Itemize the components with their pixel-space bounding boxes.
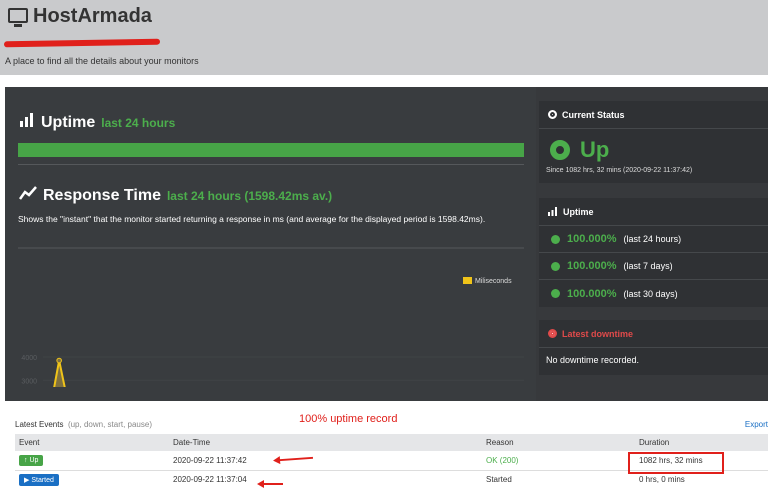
- event-datetime: 2020-09-22 11:37:42: [169, 451, 482, 471]
- data-point: [56, 357, 62, 364]
- uptime-pct: 100.000%: [567, 287, 617, 300]
- annotation-text: 100% uptime record: [299, 413, 398, 425]
- green-dot-icon: [551, 289, 560, 298]
- green-dot-icon: [551, 261, 560, 271]
- uptime-heading: Uptime last 24 hours: [19, 113, 175, 132]
- response-description: Shows the "instant" that the monitor sta…: [18, 214, 486, 224]
- uptime-row: 100.000% (last 7 days): [539, 253, 768, 280]
- event-badge-started: ▶ Started: [19, 473, 59, 486]
- status-value: Up: [580, 137, 610, 162]
- event-reason: OK (200): [482, 451, 635, 471]
- latest-downtime-panel: Latest downtime No downtime recorded.: [539, 320, 768, 375]
- divider: [18, 164, 524, 165]
- panel-title: Current Status: [562, 109, 625, 120]
- table-header: Event Date-Time Reason Duration: [15, 434, 768, 451]
- status-since: Since 1082 hrs, 32 mins (2020-09-22 11:3…: [546, 167, 693, 174]
- export-link[interactable]: Export: [745, 420, 768, 429]
- up-circle-icon: [550, 140, 570, 160]
- legend-swatch: [463, 277, 472, 284]
- uptime-pct: 100.000%: [567, 233, 617, 245]
- green-dot-icon: [551, 234, 560, 244]
- monitor-dashboard: Uptime last 24 hours Response Time last 24…: [5, 87, 768, 401]
- y-tick-label: 3000: [21, 378, 37, 385]
- column-header: Reason: [482, 434, 635, 451]
- monitor-icon: [8, 8, 28, 27]
- uptime-range: (last 24 hours): [623, 234, 682, 244]
- status-circle-icon: [548, 110, 557, 119]
- response-time-chart: 0100020003000400020:0022:0000:0002:0004:…: [18, 247, 524, 387]
- event-datetime: 2020-09-22 11:37:04: [173, 475, 247, 485]
- uptime-range: (last 7 days): [623, 261, 673, 271]
- response-period: last 24 hours (1598.42ms av.): [166, 189, 333, 203]
- annotation-arrow: [257, 480, 283, 488]
- current-status-panel: Current Status Up Since 1082 hrs, 32 min…: [539, 101, 768, 183]
- uptime-period: last 24 hours: [101, 116, 176, 130]
- page-title: HostArmada: [8, 5, 152, 28]
- uptime-panel: Uptime 100.000% (last 24 hours) 100.000% (…: [539, 198, 768, 307]
- downtime-circle-icon: [548, 329, 557, 338]
- header: HostArmada A place to find all the detai…: [0, 0, 768, 75]
- panel-title: Latest downtime: [562, 328, 634, 339]
- uptime-row: 100.000% (last 24 hours): [539, 226, 768, 253]
- events-hint: (up, down, start, pause): [67, 420, 152, 429]
- highlight-box: [628, 452, 724, 474]
- left-panel: Uptime last 24 hours Response Time last 24…: [5, 87, 536, 401]
- y-tick-label: 4000: [21, 355, 37, 362]
- bar-chart-icon: [20, 113, 33, 127]
- column-header: Event: [15, 434, 169, 451]
- column-header: Duration: [635, 434, 768, 451]
- uptime-row: 100.000% (last 30 days): [539, 280, 768, 307]
- redaction-scribble: [3, 38, 161, 48]
- column-header: Date-Time: [169, 434, 482, 451]
- event-label: Started: [31, 476, 54, 484]
- subtitle: A place to find all the details about yo…: [5, 56, 199, 66]
- uptime-range: (last 30 days): [623, 288, 678, 299]
- event-label: Up: [29, 456, 39, 464]
- title-text: HostArmada: [33, 5, 152, 27]
- bar-chart-icon: [548, 207, 557, 216]
- uptime-pct: 100.000%: [567, 260, 617, 272]
- uptime-title: Uptime: [41, 114, 96, 131]
- line-chart-icon: [19, 186, 37, 200]
- legend-label: Miliseconds: [475, 278, 512, 285]
- response-title: Response Time: [43, 187, 161, 204]
- response-heading: Response Time last 24 hours (1598.42ms av…: [19, 186, 332, 205]
- uptime-bar: [18, 143, 524, 157]
- downtime-text: No downtime recorded.: [546, 355, 640, 365]
- event-reason: Started: [486, 475, 512, 485]
- panel-title: Uptime: [563, 206, 594, 217]
- event-badge-up: ↑ Up: [19, 454, 44, 466]
- events-title: Latest Events: [15, 420, 64, 429]
